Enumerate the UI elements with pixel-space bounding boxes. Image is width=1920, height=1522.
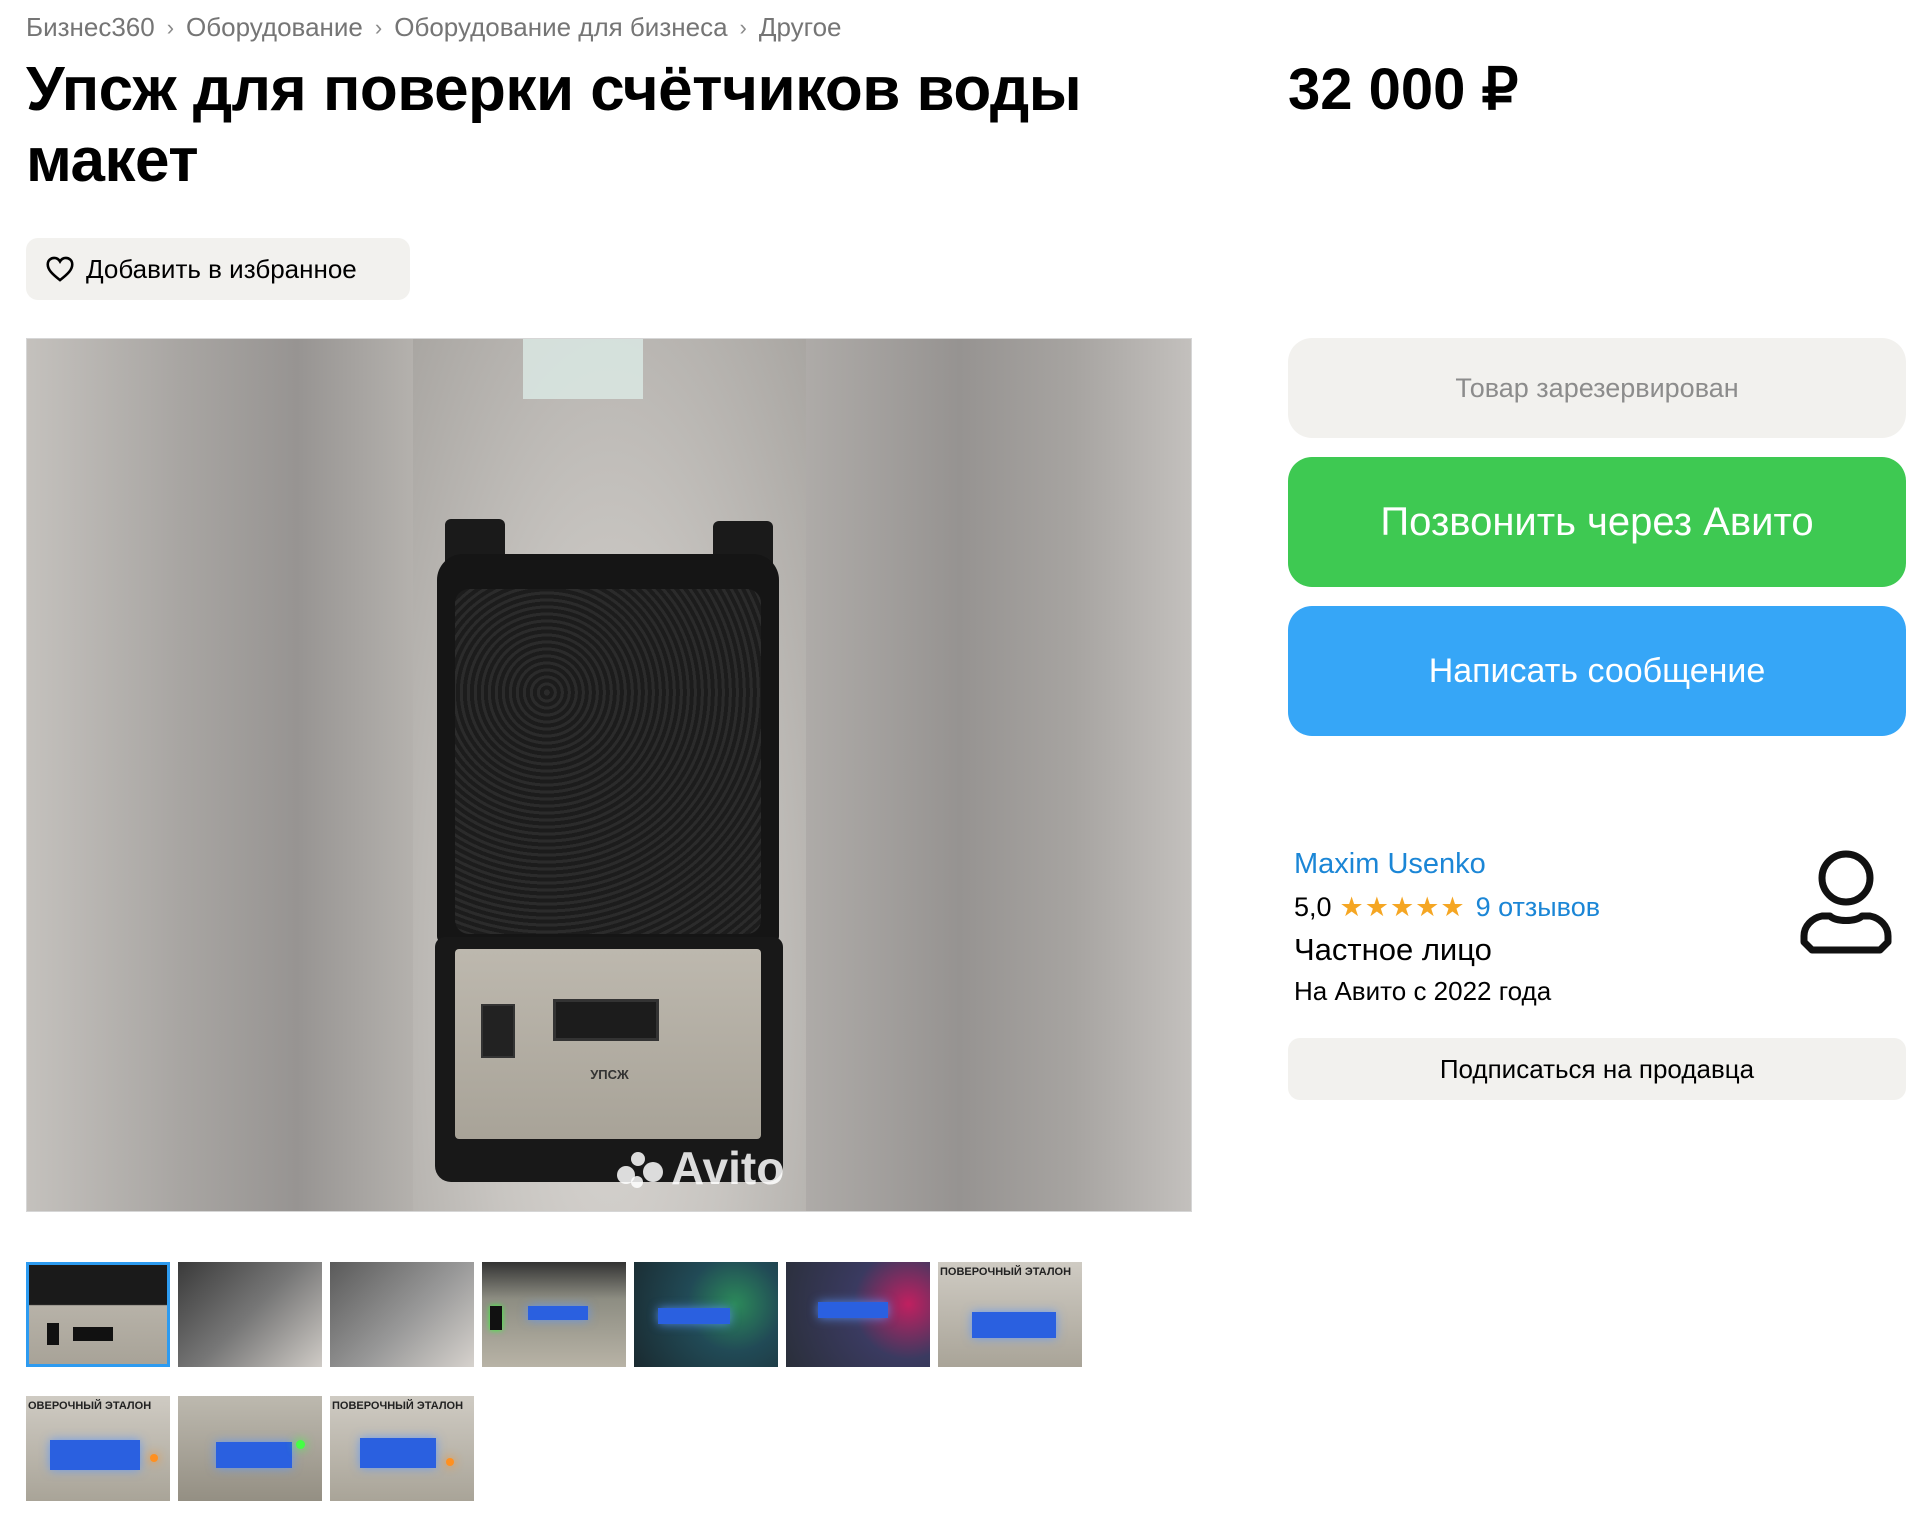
breadcrumb-item-equipment[interactable]: Оборудование (186, 12, 363, 43)
thumbnail-10-caption: ПОВЕРОЧНЫЙ ЭТАЛОН (332, 1400, 464, 1412)
rating-stars-icon: ★★★★★ (1339, 892, 1466, 922)
listing-price: 32 000 ₽ (1288, 57, 1519, 122)
avatar-user-icon[interactable] (1796, 846, 1896, 958)
thumbnail-8[interactable]: ОВЕРОЧНЫЙ ЭТАЛОН (26, 1396, 170, 1501)
thumbnail-9[interactable] (178, 1396, 322, 1501)
call-via-avito-button[interactable]: Позвонить через Авито (1288, 457, 1906, 587)
case-foam (455, 589, 761, 934)
seller-reviews-link[interactable]: 9 отзывов (1476, 892, 1601, 923)
seller-rating-value: 5,0 (1294, 892, 1332, 922)
breadcrumb: Бизнес360 › Оборудование › Оборудование … (26, 12, 841, 43)
thumbnail-2[interactable] (178, 1262, 322, 1367)
photo-background-object (523, 339, 643, 399)
chevron-right-icon: › (374, 14, 383, 40)
chevron-right-icon: › (166, 14, 175, 40)
write-message-button[interactable]: Написать сообщение (1288, 606, 1906, 736)
reserved-status-button: Товар зарезервирован (1288, 338, 1906, 438)
seller-since: На Авито с 2022 года (1294, 976, 1552, 1006)
photo-blur-background-right (805, 339, 1191, 1211)
device-lcd-screen (553, 999, 659, 1041)
add-to-favorites-button[interactable]: Добавить в избранное (26, 238, 410, 300)
device-battery-indicator (481, 1004, 515, 1058)
thumbnail-3[interactable] (330, 1262, 474, 1367)
thumbnail-5[interactable] (634, 1262, 778, 1367)
thumbnail-4[interactable] (482, 1262, 626, 1367)
device-label: УПСЖ (590, 1067, 629, 1082)
main-photo[interactable]: УПСЖ Avito (26, 338, 1192, 1212)
breadcrumb-item-other[interactable]: Другое (759, 12, 842, 43)
avito-watermark: Avito (617, 1141, 784, 1195)
add-to-favorites-label: Добавить в избранное (86, 253, 357, 284)
chevron-right-icon: › (739, 14, 747, 40)
breadcrumb-item-business-equipment[interactable]: Оборудование для бизнеса (394, 12, 727, 43)
seller-name-link[interactable]: Maxim Usenko (1294, 848, 1486, 881)
thumbnail-1[interactable] (26, 1262, 170, 1367)
thumbnail-7-caption: ПОВЕРОЧНЫЙ ЭТАЛОН (940, 1266, 1072, 1278)
thumbnail-7[interactable]: ПОВЕРОЧНЫЙ ЭТАЛОН (938, 1262, 1082, 1367)
subscribe-to-seller-button[interactable]: Подписаться на продавца (1288, 1038, 1906, 1100)
avito-watermark-text: Avito (671, 1142, 785, 1194)
thumbnail-8-caption: ОВЕРОЧНЫЙ ЭТАЛОН (28, 1400, 152, 1412)
heart-icon (46, 256, 74, 282)
thumbnail-10[interactable]: ПОВЕРОЧНЫЙ ЭТАЛОН (330, 1396, 474, 1501)
device-photo: УПСЖ Avito (413, 339, 806, 1211)
breadcrumb-item-business360[interactable]: Бизнес360 (26, 12, 155, 43)
thumbnail-6[interactable] (786, 1262, 930, 1367)
listing-title: Упсж для поверки счётчиков воды макет (26, 55, 1082, 195)
seller-type: Частное лицо (1294, 932, 1492, 967)
avito-logo-icon (617, 1148, 667, 1188)
photo-blur-background-left (27, 339, 413, 1211)
seller-rating: 5,0 ★★★★★ 9 отзывов (1294, 892, 1600, 923)
